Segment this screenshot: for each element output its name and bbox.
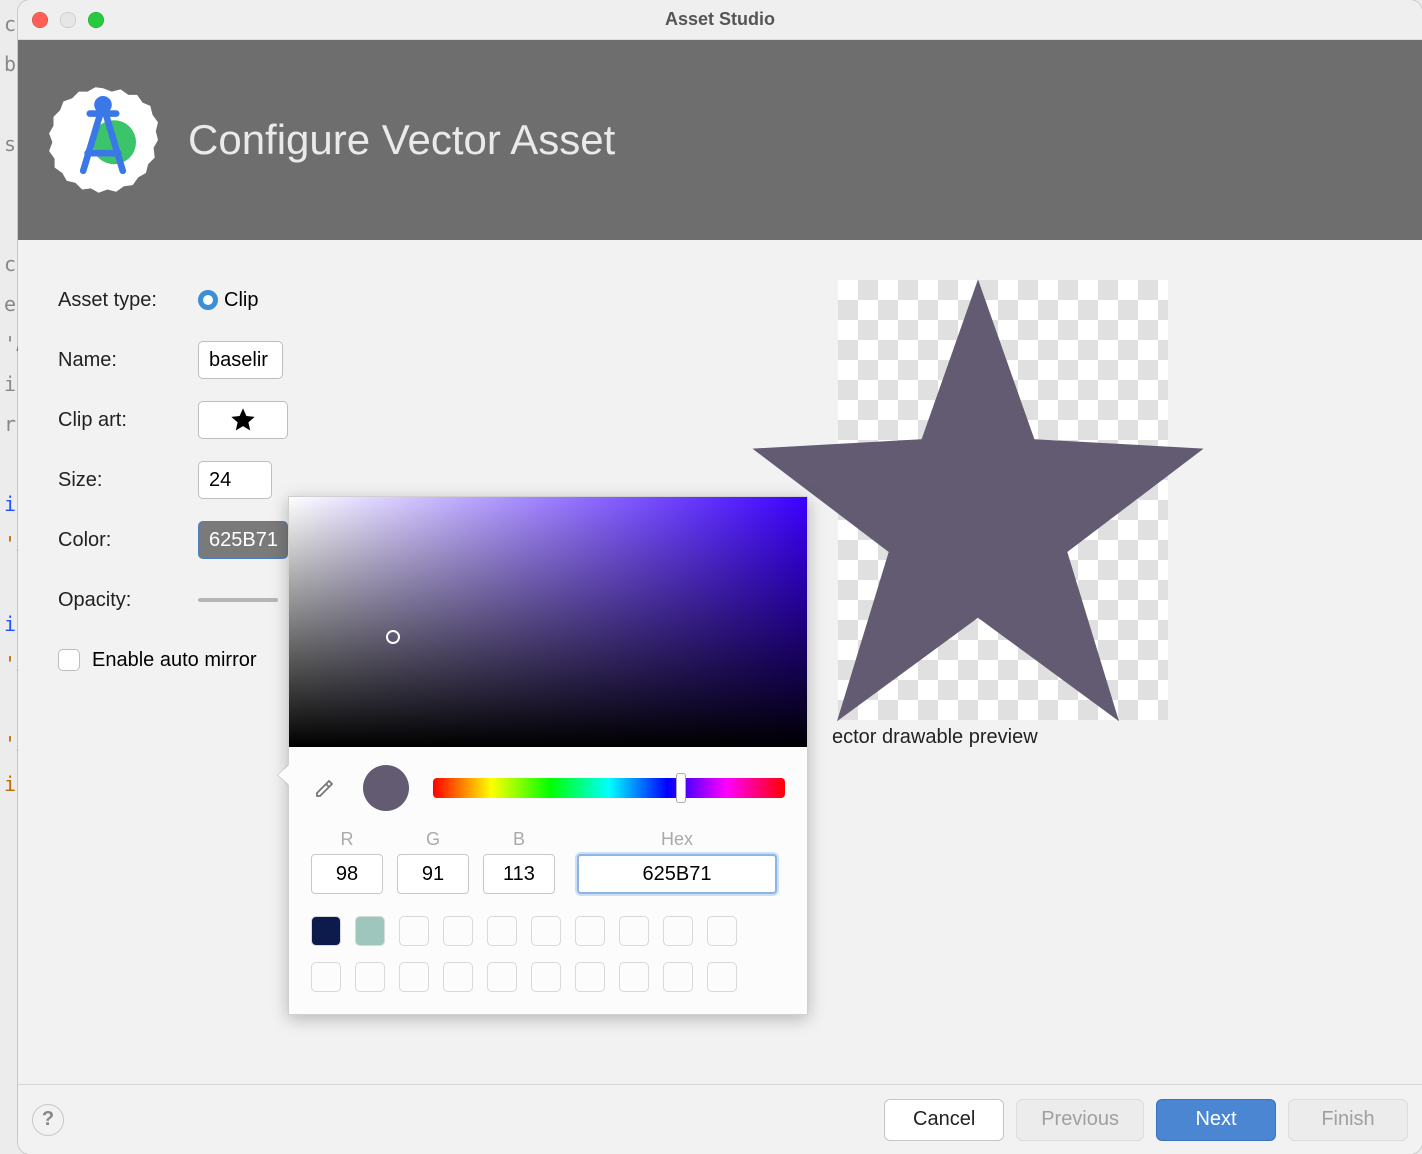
field-r: R [311, 829, 383, 894]
swatch-empty[interactable] [355, 962, 385, 992]
previous-button: Previous [1016, 1099, 1144, 1141]
preview-column: ector drawable preview [838, 280, 1382, 1064]
swatch-empty[interactable] [707, 962, 737, 992]
label-opacity: Opacity: [58, 589, 198, 612]
swatch-empty[interactable] [663, 916, 693, 946]
auto-mirror-label: Enable auto mirror [92, 649, 257, 672]
asset-type-clip-radio[interactable] [198, 290, 218, 310]
popup-arrow [278, 765, 289, 785]
banner-title: Configure Vector Asset [188, 116, 615, 164]
help-button[interactable]: ? [32, 1104, 64, 1136]
next-label: Next [1195, 1108, 1236, 1131]
row-name: Name: [58, 340, 758, 380]
help-label: ? [42, 1108, 54, 1131]
label-name: Name: [58, 349, 198, 372]
label-clipart: Clip art: [58, 409, 198, 432]
swatch-empty[interactable] [487, 916, 517, 946]
row-asset-type: Asset type: Clip [58, 280, 758, 320]
label-size: Size: [58, 469, 198, 492]
footer: ? Cancel Previous Next Finish [18, 1084, 1422, 1154]
swatch-empty[interactable] [443, 962, 473, 992]
hue-slider[interactable] [433, 778, 785, 798]
next-button[interactable]: Next [1156, 1099, 1276, 1141]
picker-inputs: R G B Hex [289, 829, 807, 908]
opacity-slider[interactable] [198, 598, 278, 602]
input-r[interactable] [311, 854, 383, 894]
swatch-empty[interactable] [619, 962, 649, 992]
cancel-button[interactable]: Cancel [884, 1099, 1004, 1141]
swatch-empty[interactable] [399, 916, 429, 946]
swatch-empty[interactable] [575, 916, 605, 946]
swatch-empty[interactable] [619, 916, 649, 946]
clipart-button[interactable] [198, 401, 288, 439]
previous-label: Previous [1041, 1108, 1119, 1131]
banner: Configure Vector Asset [18, 40, 1422, 240]
auto-mirror-checkbox[interactable] [58, 649, 80, 671]
finish-label: Finish [1321, 1108, 1374, 1131]
swatch-empty[interactable] [487, 962, 517, 992]
input-g[interactable] [397, 854, 469, 894]
label-hex: Hex [661, 829, 693, 850]
swatch-empty[interactable] [443, 916, 473, 946]
swatch-empty[interactable] [707, 916, 737, 946]
row-size: Size: [58, 460, 758, 500]
field-g: G [397, 829, 469, 894]
preview-canvas [838, 280, 1168, 720]
content-area: Asset type: Clip Name: Clip art: Size: [18, 240, 1422, 1084]
asset-studio-window: Asset Studio Configure Vector Asset Asse… [18, 0, 1422, 1154]
titlebar: Asset Studio [18, 0, 1422, 40]
label-r: R [341, 829, 354, 850]
banner-icon [48, 85, 158, 195]
swatch-empty[interactable] [531, 916, 561, 946]
sv-cursor[interactable] [386, 630, 400, 644]
input-b[interactable] [483, 854, 555, 894]
picker-mid-row [289, 747, 807, 829]
eyedropper-button[interactable] [311, 774, 339, 802]
size-input[interactable] [198, 461, 272, 499]
asset-type-clip-label: Clip [224, 289, 258, 312]
cancel-label: Cancel [913, 1108, 975, 1131]
current-color-swatch [363, 765, 409, 811]
color-picker-popup: R G B Hex [288, 496, 808, 1015]
swatch-empty[interactable] [575, 962, 605, 992]
star-icon [229, 406, 257, 434]
label-color: Color: [58, 529, 198, 552]
finish-button: Finish [1288, 1099, 1408, 1141]
eyedropper-icon [313, 776, 337, 800]
label-b: B [513, 829, 525, 850]
swatch-empty[interactable] [399, 962, 429, 992]
swatch-preset[interactable] [355, 916, 385, 946]
saturation-value-area[interactable] [289, 497, 807, 747]
hue-handle[interactable] [676, 773, 686, 803]
swatch-preset[interactable] [311, 916, 341, 946]
swatch-empty[interactable] [663, 962, 693, 992]
field-hex: Hex [569, 829, 785, 894]
name-input[interactable] [198, 341, 283, 379]
row-clipart: Clip art: [58, 400, 758, 440]
label-g: G [426, 829, 440, 850]
swatch-empty[interactable] [531, 962, 561, 992]
field-b: B [483, 829, 555, 894]
swatch-row-2 [289, 954, 807, 1014]
color-input[interactable] [198, 521, 288, 559]
window-title: Asset Studio [18, 9, 1422, 30]
swatch-row-1 [289, 908, 807, 954]
label-asset-type: Asset type: [58, 289, 198, 312]
input-hex[interactable] [577, 854, 777, 894]
swatch-empty[interactable] [311, 962, 341, 992]
